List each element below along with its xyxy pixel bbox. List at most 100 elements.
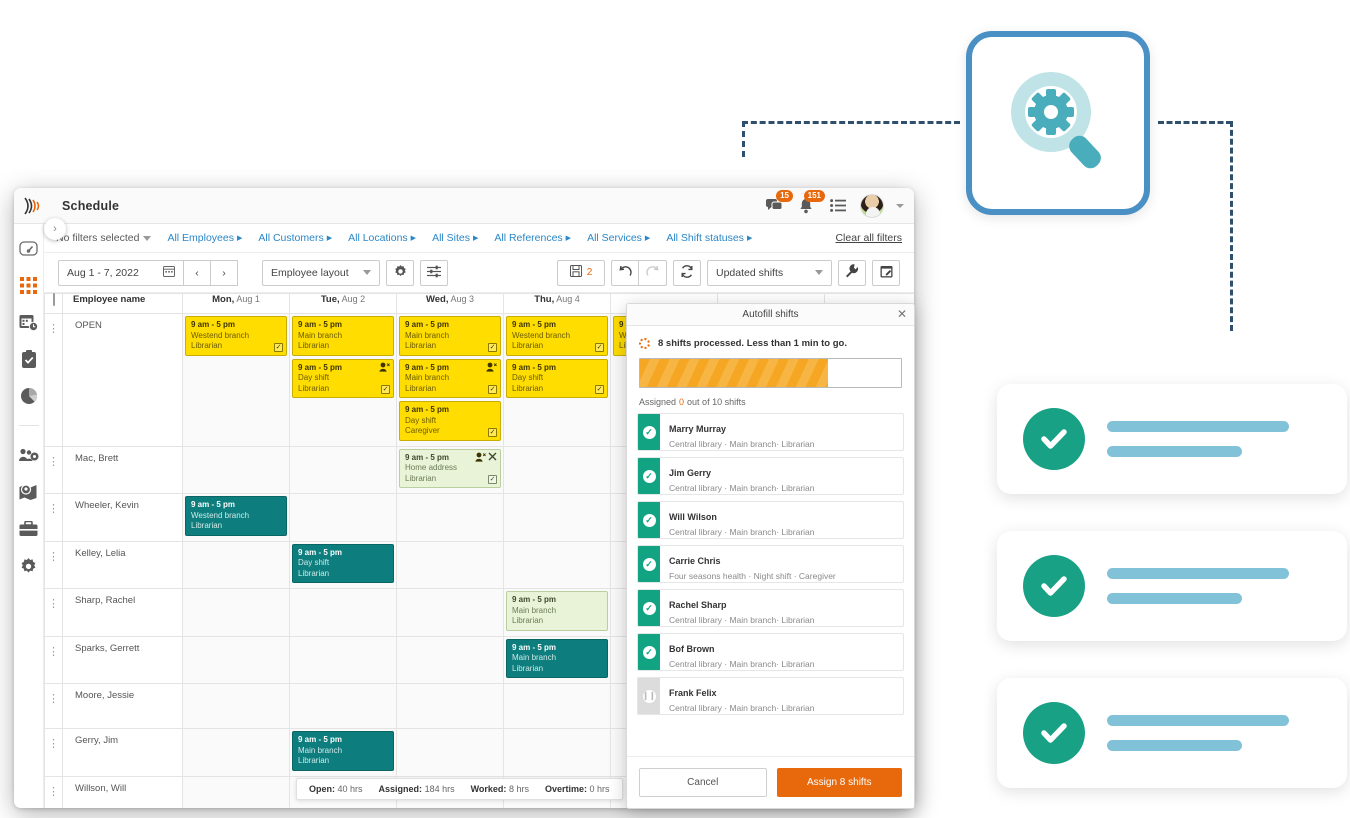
advanced-filters-button[interactable] bbox=[420, 259, 448, 286]
day-cell[interactable]: 9 am - 5 pm Main branch Librarian bbox=[503, 635, 611, 684]
assign-shifts-button[interactable]: Assign 8 shifts bbox=[776, 768, 902, 797]
undo-button[interactable] bbox=[611, 259, 639, 286]
list-item[interactable]: ❙❙ Frank Felix Central library · Main bran… bbox=[637, 677, 904, 715]
day-cell[interactable] bbox=[289, 635, 397, 684]
autofill-employee-list[interactable]: ✓ Marry Murray Central library · Main bran… bbox=[627, 407, 914, 756]
shift-card[interactable]: 9 am - 5 pm Main branch Librarian ✓ bbox=[399, 316, 501, 356]
list-item[interactable]: ✓ Marry Murray Central library · Main bran… bbox=[637, 413, 904, 451]
day-cell[interactable] bbox=[503, 540, 611, 589]
shift-card[interactable]: 9 am - 5 pm Day shift Caregiver ✓ bbox=[399, 401, 501, 441]
list-icon[interactable] bbox=[828, 196, 848, 216]
filter-all-locations[interactable]: All Locations ▶ bbox=[348, 232, 416, 244]
day-cell[interactable]: 9 am - 5 pm Westend branch Librarian ✓ 9 am … bbox=[503, 313, 611, 447]
kebab-menu-icon[interactable]: ⋮ bbox=[48, 738, 59, 750]
chevron-down-icon[interactable] bbox=[896, 203, 904, 208]
list-item[interactable]: ✓ Bof Brown Central library · Main branch·… bbox=[637, 633, 904, 671]
chat-bubbles-icon[interactable]: 15 bbox=[764, 189, 793, 216]
list-item[interactable]: ✓ Carrie Chris Four seasons health · Night… bbox=[637, 545, 904, 583]
filter-all-references[interactable]: All References ▶ bbox=[494, 232, 571, 244]
select-all-header[interactable] bbox=[44, 293, 63, 314]
day-cell[interactable] bbox=[289, 588, 397, 637]
shift-card[interactable]: 9 am - 5 pm Main branch Librarian ✓ bbox=[399, 358, 501, 398]
shift-card[interactable]: 9 am - 5 pm Main branch Librarian bbox=[292, 731, 394, 771]
day-cell[interactable] bbox=[396, 540, 504, 589]
prev-week-button[interactable]: ‹ bbox=[184, 259, 211, 286]
shift-confirmed-checkbox[interactable]: ✓ bbox=[381, 385, 390, 394]
sidebar-item-employees[interactable] bbox=[18, 445, 39, 465]
day-cell[interactable] bbox=[182, 635, 290, 684]
person-remove-icon[interactable] bbox=[475, 452, 486, 466]
sidebar-item-locations[interactable] bbox=[19, 482, 39, 502]
avatar[interactable] bbox=[860, 193, 884, 218]
employee-name-cell[interactable]: Moore, Jessie bbox=[62, 683, 183, 729]
row-menu-cell[interactable]: ⋮ bbox=[44, 493, 63, 542]
row-menu-cell[interactable]: ⋮ bbox=[44, 775, 63, 808]
shift-card[interactable]: 9 am - 5 pm Home address Librarian ✓ bbox=[399, 448, 501, 488]
employee-name-cell[interactable]: OPEN bbox=[62, 313, 183, 447]
employee-name-cell[interactable]: Sharp, Rachel bbox=[62, 588, 183, 637]
row-menu-cell[interactable]: ⋮ bbox=[44, 683, 63, 729]
bell-icon[interactable]: 151 bbox=[796, 189, 825, 216]
autofill-shifts-button[interactable] bbox=[872, 259, 900, 286]
day-cell[interactable] bbox=[503, 445, 611, 494]
clear-all-filters-link[interactable]: Clear all filters bbox=[835, 232, 902, 244]
list-item[interactable]: ✓ Will Wilson Central library · Main branc… bbox=[637, 501, 904, 539]
shift-confirmed-checkbox[interactable]: ✓ bbox=[595, 385, 604, 394]
updated-shifts-select[interactable]: Updated shifts bbox=[707, 259, 832, 286]
sidebar-item-schedule[interactable] bbox=[19, 312, 39, 332]
employee-name-cell[interactable]: Kelley, Lelia bbox=[62, 540, 183, 589]
shift-card[interactable]: 9 am - 5 pm Day shift Librarian ✓ bbox=[506, 358, 608, 398]
shift-card[interactable]: 9 am - 5 pm Main branch Librarian bbox=[506, 638, 608, 678]
day-cell[interactable] bbox=[182, 588, 290, 637]
kebab-menu-icon[interactable]: ⋮ bbox=[48, 786, 59, 798]
filter-all-customers[interactable]: All Customers ▶ bbox=[258, 232, 332, 244]
kebab-menu-icon[interactable]: ⋮ bbox=[48, 551, 59, 563]
save-button[interactable]: 2 bbox=[557, 259, 605, 286]
day-cell[interactable] bbox=[182, 775, 290, 808]
shift-card[interactable]: 9 am - 5 pm Westend branch Librarian ✓ bbox=[506, 316, 608, 356]
row-menu-cell[interactable]: ⋮ bbox=[44, 313, 63, 447]
day-cell[interactable] bbox=[182, 683, 290, 729]
sidebar-item-tasks[interactable] bbox=[19, 349, 39, 369]
kebab-menu-icon[interactable]: ⋮ bbox=[48, 693, 59, 705]
app-logo[interactable] bbox=[14, 188, 54, 224]
kebab-menu-icon[interactable]: ⋮ bbox=[48, 646, 59, 658]
row-menu-cell[interactable]: ⋮ bbox=[44, 445, 63, 494]
shift-card[interactable]: 9 am - 5 pm Day shift Librarian bbox=[292, 543, 394, 583]
day-cell[interactable] bbox=[503, 683, 611, 729]
sidebar-item-jobs[interactable] bbox=[19, 519, 39, 539]
kebab-menu-icon[interactable]: ⋮ bbox=[48, 503, 59, 515]
day-cell[interactable]: 9 am - 5 pm Main branch Librarian 9 am - 5 … bbox=[289, 313, 397, 447]
sidebar-item-settings[interactable] bbox=[19, 556, 39, 576]
day-cell[interactable] bbox=[289, 683, 397, 729]
row-menu-cell[interactable]: ⋮ bbox=[44, 540, 63, 589]
shift-confirmed-checkbox[interactable]: ✓ bbox=[595, 342, 604, 352]
shift-card[interactable]: 9 am - 5 pm Day shift Librarian ✓ bbox=[292, 358, 394, 398]
day-cell[interactable]: 9 am - 5 pm Day shift Librarian bbox=[289, 540, 397, 589]
day-cell[interactable]: 9 am - 5 pm Main branch Librarian bbox=[289, 728, 397, 777]
close-icon[interactable] bbox=[488, 452, 497, 465]
person-remove-icon[interactable] bbox=[486, 362, 497, 376]
sidebar-item-apps[interactable] bbox=[19, 275, 39, 295]
filter-all-sites[interactable]: All Sites ▶ bbox=[432, 232, 478, 244]
day-cell[interactable] bbox=[289, 445, 397, 494]
day-cell[interactable] bbox=[396, 493, 504, 542]
filter-all-employees[interactable]: All Employees ▶ bbox=[167, 232, 242, 244]
day-cell[interactable] bbox=[503, 493, 611, 542]
filter-all-services[interactable]: All Services ▶ bbox=[587, 232, 650, 244]
shift-card[interactable]: 9 am - 5 pmWestend branchLibrarian bbox=[185, 496, 287, 536]
day-cell[interactable] bbox=[182, 728, 290, 777]
list-item[interactable]: ✓ Jim Gerry Central library · Main branch·… bbox=[637, 457, 904, 495]
day-cell[interactable] bbox=[503, 728, 611, 777]
shift-confirmed-checkbox[interactable]: ✓ bbox=[488, 342, 497, 352]
close-icon[interactable]: ✕ bbox=[897, 308, 907, 320]
employee-name-cell[interactable]: Willson, Will bbox=[62, 775, 183, 808]
layout-select[interactable]: Employee layout bbox=[262, 259, 380, 286]
cancel-button[interactable]: Cancel bbox=[639, 768, 767, 797]
employee-name-cell[interactable]: Mac, Brett bbox=[62, 445, 183, 494]
person-remove-icon[interactable] bbox=[379, 362, 390, 376]
day-cell[interactable]: 9 am - 5 pm Home address Librarian ✓ bbox=[396, 445, 504, 494]
day-cell[interactable] bbox=[396, 728, 504, 777]
day-cell[interactable] bbox=[182, 445, 290, 494]
day-cell[interactable] bbox=[396, 635, 504, 684]
